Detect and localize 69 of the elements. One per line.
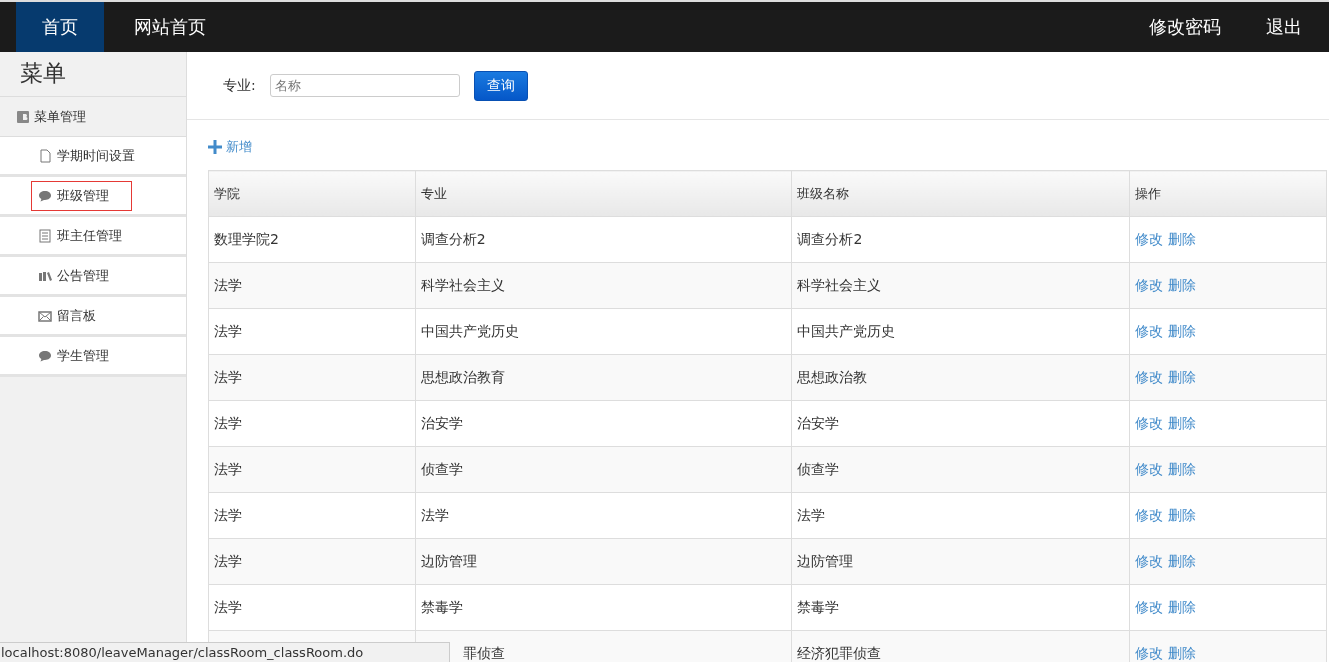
action-link[interactable]: 修改 xyxy=(1135,276,1164,293)
table-cell: 思想政治教育 xyxy=(415,354,792,401)
table-cell: 科学社会主义 xyxy=(415,262,792,309)
action-link[interactable]: 修改 xyxy=(1135,230,1164,247)
nav-link[interactable]: 退出 xyxy=(1232,2,1313,52)
table-cell: 法学 xyxy=(792,492,1130,539)
table-cell: 侦查学 xyxy=(792,446,1130,493)
table-cell: 治安学 xyxy=(792,400,1130,447)
action-link[interactable]: 删除 xyxy=(1168,598,1197,615)
action-link[interactable]: 修改 xyxy=(1135,598,1164,615)
table-cell: 边防管理 xyxy=(792,538,1130,585)
sidebar-title: 菜单 xyxy=(0,52,186,97)
table-cell: 法学 xyxy=(208,446,416,493)
table-cell: 科学社会主义 xyxy=(792,262,1130,309)
status-bar-url: localhost:8080/leaveManager/classRoom_classRoom.do xyxy=(0,642,450,662)
action-link[interactable]: 删除 xyxy=(1168,368,1197,385)
envelope-icon xyxy=(38,308,52,323)
speech-bubble-icon xyxy=(38,188,52,203)
column-header: 学院 xyxy=(208,170,416,217)
speech-bubble-icon xyxy=(38,348,52,363)
action-link[interactable]: 删除 xyxy=(1168,322,1197,339)
table-cell: 法学 xyxy=(415,492,792,539)
table-cell: 禁毒学 xyxy=(792,584,1130,631)
table-cell: 法学 xyxy=(208,538,416,585)
list-icon xyxy=(38,228,52,243)
nav-link[interactable]: 修改密码 xyxy=(1115,2,1232,52)
table-cell: 法学 xyxy=(208,308,416,355)
action-link[interactable]: 删除 xyxy=(1168,276,1197,293)
column-header: 班级名称 xyxy=(792,170,1130,217)
table-cell: 数理学院2 xyxy=(208,216,416,263)
nav-link[interactable]: 首页 xyxy=(16,2,104,52)
table-cell: 侦查学 xyxy=(415,446,792,493)
action-link[interactable]: 删除 xyxy=(1168,552,1197,569)
column-header: 操作 xyxy=(1129,170,1327,217)
column-header: 专业 xyxy=(415,170,792,217)
contact-card-icon xyxy=(16,109,30,124)
sidebar-item[interactable]: 班级管理 xyxy=(31,180,132,211)
table-cell: 治安学 xyxy=(415,400,792,447)
action-link[interactable]: 删除 xyxy=(1168,460,1197,477)
table-cell: 法学 xyxy=(208,354,416,401)
field-label: 专业: xyxy=(223,76,256,95)
query-button[interactable]: 查询 xyxy=(473,70,528,101)
action-link[interactable]: 删除 xyxy=(1168,644,1197,661)
action-link[interactable]: 修改 xyxy=(1135,506,1164,523)
table-cell: 禁毒学 xyxy=(415,584,792,631)
action-link[interactable]: 修改 xyxy=(1135,552,1164,569)
table-cell: 中国共产党历史 xyxy=(415,308,792,355)
action-link[interactable]: 删除 xyxy=(1168,414,1197,431)
table-cell: 思想政治教 xyxy=(792,354,1130,401)
table-cell: 法学 xyxy=(208,584,416,631)
action-link[interactable]: 修改 xyxy=(1135,644,1164,661)
table-cell: 边防管理 xyxy=(415,538,792,585)
action-link[interactable]: 修改 xyxy=(1135,368,1164,385)
action-link[interactable]: 修改 xyxy=(1135,414,1164,431)
table-cell: 中国共产党历史 xyxy=(792,308,1130,355)
add-link[interactable]: 新增 xyxy=(208,138,252,156)
document-icon xyxy=(38,148,52,163)
action-link[interactable]: 修改 xyxy=(1135,322,1164,339)
table-cell: 法学 xyxy=(208,400,416,447)
table-cell: 调查分析2 xyxy=(792,216,1130,263)
action-link[interactable]: 删除 xyxy=(1168,506,1197,523)
action-link[interactable]: 删除 xyxy=(1168,230,1197,247)
table-cell: 法学 xyxy=(208,492,416,539)
nav-link[interactable]: 网站首页 xyxy=(104,2,236,52)
search-field[interactable]: 名称 xyxy=(269,74,460,97)
table-cell: 调查分析2 xyxy=(415,216,792,263)
table-cell: 法学 xyxy=(208,262,416,309)
action-link[interactable]: 修改 xyxy=(1135,460,1164,477)
plus-icon xyxy=(208,140,222,154)
